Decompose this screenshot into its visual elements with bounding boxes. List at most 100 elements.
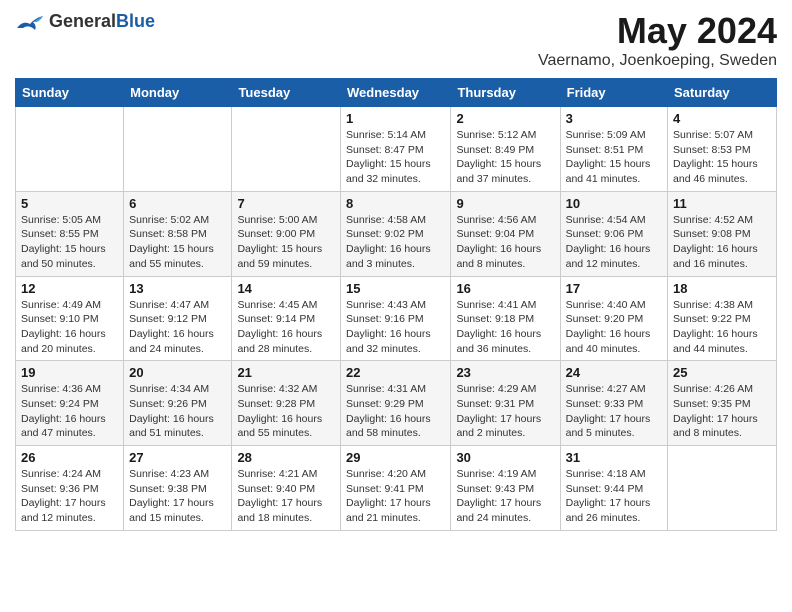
weekday-header-sunday: Sunday (16, 79, 124, 107)
calendar-cell: 12 Sunrise: 4:49 AM Sunset: 9:10 PM Dayli… (16, 276, 124, 361)
day-info: Sunrise: 4:24 AM Sunset: 9:36 PM Dayligh… (21, 467, 118, 526)
calendar-cell: 10Sunrise: 4:54 AM Sunset: 9:06 PM Dayli… (560, 191, 667, 276)
day-number: 31 (566, 450, 662, 465)
day-info: Sunrise: 5:12 AM Sunset: 8:49 PM Dayligh… (456, 128, 554, 187)
weekday-header-thursday: Thursday (451, 79, 560, 107)
day-number: 3 (566, 111, 662, 126)
calendar-cell (668, 446, 777, 531)
day-info: Sunrise: 4:20 AM Sunset: 9:41 PM Dayligh… (346, 467, 445, 526)
title-section: May 2024 Vaernamo, Joenkoeping, Sweden (538, 10, 777, 70)
calendar-cell: 30 Sunrise: 4:19 AM Sunset: 9:43 PM Dayli… (451, 446, 560, 531)
month-year-title: May 2024 (538, 10, 777, 52)
day-info: Sunrise: 4:47 AM Sunset: 9:12 PM Dayligh… (129, 298, 226, 357)
day-number: 8 (346, 196, 445, 211)
day-info: Sunrise: 5:05 AM Sunset: 8:55 PM Dayligh… (21, 213, 118, 272)
day-info: Sunrise: 4:21 AM Sunset: 9:40 PM Dayligh… (237, 467, 335, 526)
week-row-4: 19 Sunrise: 4:36 AM Sunset: 9:24 PM Dayli… (16, 361, 777, 446)
calendar-cell: 7 Sunrise: 5:00 AM Sunset: 9:00 PM Daylig… (232, 191, 341, 276)
calendar-cell: 23Sunrise: 4:29 AM Sunset: 9:31 PM Dayli… (451, 361, 560, 446)
calendar-cell: 27 Sunrise: 4:23 AM Sunset: 9:38 PM Dayli… (124, 446, 232, 531)
location-subtitle: Vaernamo, Joenkoeping, Sweden (538, 52, 777, 70)
logo-bird-icon (15, 10, 45, 34)
calendar-cell: 4 Sunrise: 5:07 AM Sunset: 8:53 PM Daylig… (668, 107, 777, 192)
weekday-header-row: SundayMondayTuesdayWednesdayThursdayFrid… (16, 79, 777, 107)
calendar-cell: 17Sunrise: 4:40 AM Sunset: 9:20 PM Dayli… (560, 276, 667, 361)
day-number: 26 (21, 450, 118, 465)
weekday-header-monday: Monday (124, 79, 232, 107)
day-number: 18 (673, 281, 771, 296)
week-row-3: 12 Sunrise: 4:49 AM Sunset: 9:10 PM Dayli… (16, 276, 777, 361)
week-row-1: 1Sunrise: 5:14 AM Sunset: 8:47 PM Daylig… (16, 107, 777, 192)
weekday-header-saturday: Saturday (668, 79, 777, 107)
day-info: Sunrise: 4:38 AM Sunset: 9:22 PM Dayligh… (673, 298, 771, 357)
day-info: Sunrise: 4:43 AM Sunset: 9:16 PM Dayligh… (346, 298, 445, 357)
calendar-cell: 9 Sunrise: 4:56 AM Sunset: 9:04 PM Daylig… (451, 191, 560, 276)
day-number: 15 (346, 281, 445, 296)
day-number: 9 (456, 196, 554, 211)
calendar-cell (16, 107, 124, 192)
day-info: Sunrise: 4:56 AM Sunset: 9:04 PM Dayligh… (456, 213, 554, 272)
weekday-header-wednesday: Wednesday (341, 79, 451, 107)
day-number: 11 (673, 196, 771, 211)
calendar-cell: 31 Sunrise: 4:18 AM Sunset: 9:44 PM Dayli… (560, 446, 667, 531)
day-info: Sunrise: 4:49 AM Sunset: 9:10 PM Dayligh… (21, 298, 118, 357)
day-number: 30 (456, 450, 554, 465)
day-number: 17 (566, 281, 662, 296)
day-number: 23 (456, 365, 554, 380)
day-number: 27 (129, 450, 226, 465)
calendar-cell: 3Sunrise: 5:09 AM Sunset: 8:51 PM Daylig… (560, 107, 667, 192)
calendar-table: SundayMondayTuesdayWednesdayThursdayFrid… (15, 78, 777, 531)
day-info: Sunrise: 4:32 AM Sunset: 9:28 PM Dayligh… (237, 382, 335, 441)
day-info: Sunrise: 4:26 AM Sunset: 9:35 PM Dayligh… (673, 382, 771, 441)
day-number: 2 (456, 111, 554, 126)
calendar-cell: 8Sunrise: 4:58 AM Sunset: 9:02 PM Daylig… (341, 191, 451, 276)
calendar-cell: 13 Sunrise: 4:47 AM Sunset: 9:12 PM Dayli… (124, 276, 232, 361)
day-number: 20 (129, 365, 226, 380)
calendar-cell: 15 Sunrise: 4:43 AM Sunset: 9:16 PM Dayli… (341, 276, 451, 361)
day-info: Sunrise: 4:36 AM Sunset: 9:24 PM Dayligh… (21, 382, 118, 441)
logo: General Blue (15, 10, 155, 34)
calendar-cell: 11 Sunrise: 4:52 AM Sunset: 9:08 PM Dayli… (668, 191, 777, 276)
day-info: Sunrise: 5:07 AM Sunset: 8:53 PM Dayligh… (673, 128, 771, 187)
calendar-cell: 22 Sunrise: 4:31 AM Sunset: 9:29 PM Dayli… (341, 361, 451, 446)
logo-general-text: General (49, 12, 116, 32)
day-number: 22 (346, 365, 445, 380)
day-number: 19 (21, 365, 118, 380)
weekday-header-tuesday: Tuesday (232, 79, 341, 107)
calendar-cell: 21 Sunrise: 4:32 AM Sunset: 9:28 PM Dayli… (232, 361, 341, 446)
calendar-cell: 6Sunrise: 5:02 AM Sunset: 8:58 PM Daylig… (124, 191, 232, 276)
day-number: 21 (237, 365, 335, 380)
calendar-cell: 25 Sunrise: 4:26 AM Sunset: 9:35 PM Dayli… (668, 361, 777, 446)
day-info: Sunrise: 4:54 AM Sunset: 9:06 PM Dayligh… (566, 213, 662, 272)
day-number: 4 (673, 111, 771, 126)
logo-blue-text: Blue (116, 12, 155, 32)
day-info: Sunrise: 5:14 AM Sunset: 8:47 PM Dayligh… (346, 128, 445, 187)
header: General Blue May 2024 Vaernamo, Joenkoep… (15, 10, 777, 70)
calendar-cell: 24 Sunrise: 4:27 AM Sunset: 9:33 PM Dayli… (560, 361, 667, 446)
day-number: 25 (673, 365, 771, 380)
day-info: Sunrise: 5:00 AM Sunset: 9:00 PM Dayligh… (237, 213, 335, 272)
calendar-cell: 16Sunrise: 4:41 AM Sunset: 9:18 PM Dayli… (451, 276, 560, 361)
week-row-5: 26 Sunrise: 4:24 AM Sunset: 9:36 PM Dayli… (16, 446, 777, 531)
day-info: Sunrise: 4:19 AM Sunset: 9:43 PM Dayligh… (456, 467, 554, 526)
calendar-cell: 2 Sunrise: 5:12 AM Sunset: 8:49 PM Daylig… (451, 107, 560, 192)
day-info: Sunrise: 4:23 AM Sunset: 9:38 PM Dayligh… (129, 467, 226, 526)
day-number: 13 (129, 281, 226, 296)
calendar-cell: 1Sunrise: 5:14 AM Sunset: 8:47 PM Daylig… (341, 107, 451, 192)
calendar-cell: 20 Sunrise: 4:34 AM Sunset: 9:26 PM Dayli… (124, 361, 232, 446)
day-info: Sunrise: 4:18 AM Sunset: 9:44 PM Dayligh… (566, 467, 662, 526)
week-row-2: 5Sunrise: 5:05 AM Sunset: 8:55 PM Daylig… (16, 191, 777, 276)
day-info: Sunrise: 4:27 AM Sunset: 9:33 PM Dayligh… (566, 382, 662, 441)
calendar-cell (232, 107, 341, 192)
calendar-cell: 14Sunrise: 4:45 AM Sunset: 9:14 PM Dayli… (232, 276, 341, 361)
day-info: Sunrise: 4:31 AM Sunset: 9:29 PM Dayligh… (346, 382, 445, 441)
day-info: Sunrise: 5:02 AM Sunset: 8:58 PM Dayligh… (129, 213, 226, 272)
calendar-cell: 26 Sunrise: 4:24 AM Sunset: 9:36 PM Dayli… (16, 446, 124, 531)
day-number: 24 (566, 365, 662, 380)
calendar-cell: 29Sunrise: 4:20 AM Sunset: 9:41 PM Dayli… (341, 446, 451, 531)
day-number: 12 (21, 281, 118, 296)
day-number: 7 (237, 196, 335, 211)
day-info: Sunrise: 4:34 AM Sunset: 9:26 PM Dayligh… (129, 382, 226, 441)
calendar-cell: 5Sunrise: 5:05 AM Sunset: 8:55 PM Daylig… (16, 191, 124, 276)
day-info: Sunrise: 4:52 AM Sunset: 9:08 PM Dayligh… (673, 213, 771, 272)
